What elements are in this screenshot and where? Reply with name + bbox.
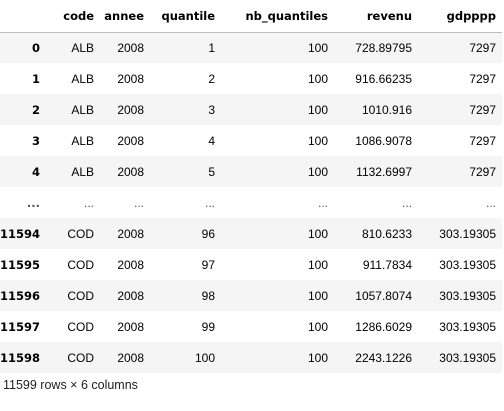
column-header-code: code bbox=[48, 0, 101, 33]
cell-code: ALB bbox=[71, 71, 95, 86]
header-row: code annee quantile nb_quantiles revenu … bbox=[0, 0, 503, 33]
cell-revenu: 2243.1226 bbox=[355, 350, 413, 365]
table-row: 4 ALB 2008 5 100 1132.6997 7297 bbox=[0, 156, 503, 187]
cell-nb-quantiles: 100 bbox=[307, 133, 329, 148]
column-header-annee: annee bbox=[100, 0, 151, 33]
cell-quantile: 5 bbox=[208, 164, 216, 179]
row-index: 11597 bbox=[0, 319, 41, 334]
cell-annee: 2008 bbox=[117, 102, 145, 117]
cell-code: COD bbox=[67, 350, 95, 365]
cell-gdpppp: ... bbox=[486, 195, 497, 210]
cell-quantile: 2 bbox=[208, 71, 216, 86]
table-row: 0 ALB 2008 1 100 728.89795 7297 bbox=[0, 32, 503, 63]
cell-code: ALB bbox=[71, 102, 95, 117]
cell-revenu: 728.89795 bbox=[355, 40, 413, 55]
cell-code: ALB bbox=[71, 164, 95, 179]
cell-gdpppp: 303.19305 bbox=[439, 226, 497, 241]
column-header-quantile: quantile bbox=[150, 0, 222, 33]
index-header bbox=[0, 0, 49, 33]
cell-code: COD bbox=[67, 257, 95, 272]
cell-quantile: 99 bbox=[201, 319, 216, 334]
row-index: 11596 bbox=[0, 288, 41, 303]
table-row: 11595 COD 2008 97 100 911.7834 303.19305 bbox=[0, 249, 503, 280]
cell-gdpppp: 7297 bbox=[469, 133, 497, 148]
cell-gdpppp: 7297 bbox=[469, 164, 497, 179]
table-shape-summary: 11599 rows × 6 columns bbox=[3, 378, 138, 392]
cell-quantile: 4 bbox=[208, 133, 216, 148]
cell-gdpppp: 303.19305 bbox=[439, 288, 497, 303]
cell-revenu: ... bbox=[402, 195, 413, 210]
cell-nb-quantiles: 100 bbox=[307, 71, 329, 86]
column-header-nb-quantiles: nb_quantiles bbox=[221, 0, 335, 33]
cell-gdpppp: 303.19305 bbox=[439, 350, 497, 365]
cell-code: ALB bbox=[71, 40, 95, 55]
cell-quantile: 96 bbox=[201, 226, 216, 241]
cell-nb-quantiles: 100 bbox=[307, 319, 329, 334]
table-row: 2 ALB 2008 3 100 1010.916 7297 bbox=[0, 94, 503, 125]
cell-gdpppp: 7297 bbox=[469, 71, 497, 86]
cell-quantile: ... bbox=[205, 195, 216, 210]
cell-revenu: 1057.8074 bbox=[355, 288, 413, 303]
cell-revenu: 1010.916 bbox=[361, 102, 413, 117]
cell-code: COD bbox=[67, 288, 95, 303]
cell-quantile: 100 bbox=[194, 350, 216, 365]
row-index: 11598 bbox=[0, 350, 41, 365]
cell-gdpppp: 303.19305 bbox=[439, 257, 497, 272]
cell-nb-quantiles: 100 bbox=[307, 350, 329, 365]
cell-annee: ... bbox=[134, 195, 145, 210]
cell-code: ... bbox=[84, 195, 95, 210]
dataframe-table: code annee quantile nb_quantiles revenu … bbox=[0, 0, 503, 373]
ellipsis-row: ..................... bbox=[0, 187, 503, 218]
cell-quantile: 98 bbox=[201, 288, 216, 303]
table-row: 11597 COD 2008 99 100 1286.6029 303.19305 bbox=[0, 311, 503, 342]
cell-nb-quantiles: 100 bbox=[307, 257, 329, 272]
cell-quantile: 97 bbox=[201, 257, 216, 272]
cell-annee: 2008 bbox=[117, 164, 145, 179]
cell-nb-quantiles: 100 bbox=[307, 226, 329, 241]
cell-nb-quantiles: 100 bbox=[307, 164, 329, 179]
row-index: 4 bbox=[32, 164, 41, 179]
table-row: 1 ALB 2008 2 100 916.66235 7297 bbox=[0, 63, 503, 94]
table-row: 11596 COD 2008 98 100 1057.8074 303.19305 bbox=[0, 280, 503, 311]
cell-nb-quantiles: ... bbox=[318, 195, 329, 210]
cell-gdpppp: 303.19305 bbox=[439, 319, 497, 334]
cell-code: COD bbox=[67, 319, 95, 334]
row-index: 2 bbox=[32, 102, 41, 117]
row-index: 11595 bbox=[0, 257, 41, 272]
cell-revenu: 1286.6029 bbox=[355, 319, 413, 334]
cell-annee: 2008 bbox=[117, 71, 145, 86]
cell-gdpppp: 7297 bbox=[469, 102, 497, 117]
cell-quantile: 3 bbox=[208, 102, 216, 117]
row-index: 11594 bbox=[0, 226, 41, 241]
cell-code: ALB bbox=[71, 133, 95, 148]
row-index: 1 bbox=[32, 71, 41, 86]
cell-code: COD bbox=[67, 226, 95, 241]
cell-annee: 2008 bbox=[117, 350, 145, 365]
cell-revenu: 916.66235 bbox=[355, 71, 413, 86]
cell-quantile: 1 bbox=[208, 40, 216, 55]
cell-nb-quantiles: 100 bbox=[307, 102, 329, 117]
cell-gdpppp: 7297 bbox=[469, 40, 497, 55]
column-header-gdpppp: gdpppp bbox=[418, 0, 503, 33]
cell-annee: 2008 bbox=[117, 226, 145, 241]
cell-revenu: 911.7834 bbox=[362, 257, 413, 272]
cell-nb-quantiles: 100 bbox=[307, 40, 329, 55]
row-index: ... bbox=[26, 195, 41, 210]
cell-annee: 2008 bbox=[117, 133, 145, 148]
cell-annee: 2008 bbox=[117, 319, 145, 334]
cell-annee: 2008 bbox=[117, 40, 145, 55]
cell-annee: 2008 bbox=[117, 288, 145, 303]
column-header-revenu: revenu bbox=[334, 0, 419, 33]
cell-revenu: 810.6233 bbox=[361, 226, 413, 241]
table-row: 3 ALB 2008 4 100 1086.9078 7297 bbox=[0, 125, 503, 156]
row-index: 3 bbox=[32, 133, 41, 148]
cell-annee: 2008 bbox=[117, 257, 145, 272]
table-row: 11594 COD 2008 96 100 810.6233 303.19305 bbox=[0, 218, 503, 249]
table-row: 11598 COD 2008 100 100 2243.1226 303.19305 bbox=[0, 342, 503, 373]
cell-revenu: 1086.9078 bbox=[355, 133, 413, 148]
cell-revenu: 1132.6997 bbox=[356, 164, 413, 179]
row-index: 0 bbox=[32, 40, 41, 55]
cell-nb-quantiles: 100 bbox=[307, 288, 329, 303]
